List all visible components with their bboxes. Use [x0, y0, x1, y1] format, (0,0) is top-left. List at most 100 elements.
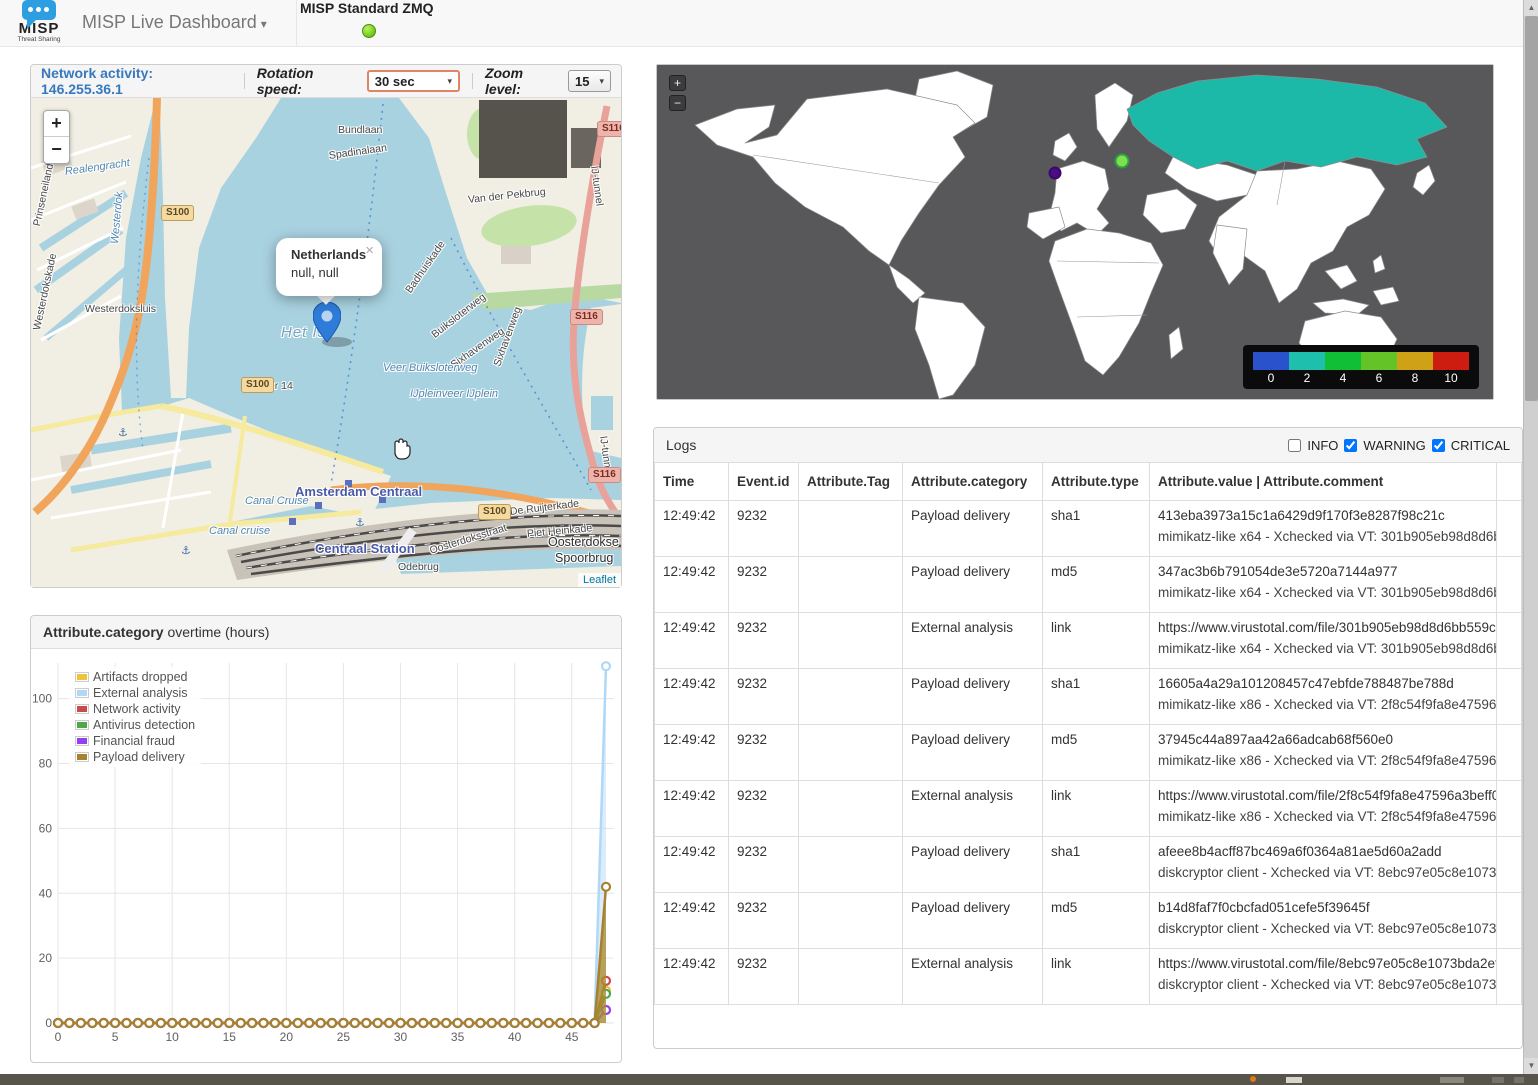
road-badge: S100 — [478, 504, 511, 520]
log-cell: 12:49:42 — [655, 836, 729, 892]
scroll-down-button[interactable]: ▼ — [1524, 1058, 1538, 1074]
log-cell — [799, 668, 903, 724]
legend-swatch — [75, 736, 89, 746]
log-cell: Payload delivery — [903, 556, 1043, 612]
hand-cursor-icon — [391, 438, 411, 460]
attribute-comment: mimikatz-like x86 - Xchecked via VT: 2f8… — [1158, 809, 1488, 824]
legend-label: Artifacts dropped — [93, 670, 188, 684]
taskbar-item[interactable] — [1514, 1077, 1524, 1083]
log-cell: md5 — [1043, 724, 1150, 780]
log-cell: 12:49:42 — [655, 556, 729, 612]
leaflet-map[interactable]: BundlaanSpadinalaanVan der PekbrugBadhui… — [31, 98, 621, 587]
map-label: Westerdoksluis — [85, 303, 156, 315]
close-icon[interactable]: × — [365, 242, 374, 259]
taskbar-item[interactable] — [1492, 1077, 1504, 1083]
map-zoom-out-button[interactable]: − — [44, 137, 69, 163]
rotation-speed-label: Rotation speed: — [257, 65, 359, 97]
world-zoom-in-button[interactable]: + — [669, 75, 686, 91]
filter-checkbox-critical[interactable] — [1432, 439, 1445, 452]
filter-checkbox-warning[interactable] — [1344, 439, 1357, 452]
chart-title: Attribute.category overtime (hours) — [31, 616, 621, 649]
log-row: 12:49:429232Payload deliverymd5b14d8faf7… — [655, 892, 1522, 948]
map-label: IJpleinveer IJplein — [410, 388, 498, 400]
anchor-icon: ⚓ — [181, 544, 191, 557]
rotation-speed-select[interactable]: 30 sec▾ — [367, 70, 460, 92]
svg-text:35: 35 — [451, 1030, 465, 1044]
attribute-value: afeee8b4acff87bc469a6f0364a81ae5d60a2add — [1158, 844, 1488, 859]
world-map-panel[interactable]: + − 0246810 — [656, 64, 1494, 400]
filter-checkbox-info[interactable] — [1288, 439, 1301, 452]
log-cell: md5 — [1043, 556, 1150, 612]
leaflet-zoom-control: + − — [43, 110, 70, 164]
misp-logo[interactable]: MISP Threat Sharing — [10, 0, 68, 46]
leaflet-attribution-link[interactable]: Leaflet — [578, 573, 621, 587]
taskbar-indicator-dot — [1250, 1076, 1256, 1082]
attribute-value: b14d8faf7f0cbcfad051cefe5f39645f — [1158, 900, 1488, 915]
scroll-up-button[interactable]: ▲ — [1524, 0, 1538, 16]
network-activity-title[interactable]: Network activity: 146.255.36.1 — [41, 65, 232, 97]
road-badge: S116 — [597, 121, 621, 137]
log-value-cell: afeee8b4acff87bc469a6f0364a81ae5d60a2add… — [1150, 836, 1497, 892]
legend-label: Financial fraud — [93, 734, 175, 748]
map-label: Odebrug — [398, 561, 439, 573]
svg-text:80: 80 — [39, 757, 53, 771]
log-cell: 12:49:42 — [655, 500, 729, 556]
legend-swatch — [75, 672, 89, 682]
attribute-comment: diskcryptor client - Xchecked via VT: 8e… — [1158, 977, 1488, 992]
svg-text:15: 15 — [223, 1030, 237, 1044]
log-value-cell: https://www.virustotal.com/file/301b905e… — [1150, 612, 1497, 668]
attribute-value: 16605a4a29a101208457c47ebfde788487be788d — [1158, 676, 1488, 691]
log-cell: Payload delivery — [903, 500, 1043, 556]
legend-label: Payload delivery — [93, 750, 185, 764]
navbar: MISP Threat Sharing MISP Live Dashboard▾… — [0, 0, 1538, 47]
svg-text:40: 40 — [39, 886, 53, 900]
attribute-value: https://www.virustotal.com/file/301b905e… — [1158, 620, 1488, 635]
logs-column-header: Attribute.type — [1043, 463, 1150, 500]
world-map-marker — [1050, 168, 1061, 179]
log-cell: 9232 — [729, 780, 799, 836]
logs-column-header: Attribute.value | Attribute.comment — [1150, 463, 1497, 500]
log-cell — [799, 892, 903, 948]
legend-swatch — [75, 752, 89, 762]
zmq-title: MISP Standard ZMQ — [300, 0, 434, 16]
dashboard-title-dropdown[interactable]: MISP Live Dashboard▾ — [82, 12, 267, 33]
zoom-level-label: Zoom level: — [485, 65, 560, 97]
logs-panel: Logs INFOWARNINGCRITICAL TimeEvent.idAtt… — [653, 427, 1523, 1049]
log-cell: Payload delivery — [903, 836, 1043, 892]
map-label: Spoorbrug — [555, 551, 613, 565]
world-map-marker — [1116, 155, 1129, 168]
log-cell: sha1 — [1043, 500, 1150, 556]
world-zoom-out-button[interactable]: − — [669, 95, 686, 111]
map-label: Amsterdam Centraal — [295, 484, 422, 499]
log-row: 12:49:429232External analysislinkhttps:/… — [655, 612, 1522, 668]
log-cell — [799, 836, 903, 892]
zoom-level-select[interactable]: 15▾ — [568, 70, 611, 92]
scrollbar-thumb[interactable] — [1525, 16, 1538, 401]
svg-text:25: 25 — [337, 1030, 351, 1044]
log-cell — [799, 948, 903, 1004]
map-label: Canal cruise — [209, 525, 270, 537]
road-badge: S116 — [570, 309, 603, 325]
map-marker-icon[interactable] — [313, 302, 341, 344]
taskbar-item[interactable] — [1286, 1077, 1302, 1083]
log-cell — [799, 500, 903, 556]
log-value-cell: 16605a4a29a101208457c47ebfde788487be788d… — [1150, 668, 1497, 724]
zmq-status-led — [362, 24, 376, 38]
filter-label: WARNING — [1363, 438, 1425, 453]
attribute-value: https://www.virustotal.com/file/2f8c54f9… — [1158, 788, 1488, 803]
log-cell: 9232 — [729, 500, 799, 556]
map-zoom-in-button[interactable]: + — [44, 111, 69, 137]
legend-swatch — [75, 704, 89, 714]
taskbar[interactable] — [0, 1074, 1538, 1085]
log-row: 12:49:429232Payload deliverymd537945c44a… — [655, 724, 1522, 780]
attribute-value: https://www.virustotal.com/file/8ebc97e0… — [1158, 956, 1488, 971]
attribute-category-chart-panel: Attribute.category overtime (hours) Arti… — [30, 615, 622, 1063]
logs-column-header: Event.id — [729, 463, 799, 500]
map-label: Veer Buiksloterweg — [383, 362, 477, 374]
logs-column-header: Attribute.category — [903, 463, 1043, 500]
vertical-scrollbar[interactable]: ▲ ▼ — [1523, 0, 1538, 1074]
misp-logo-icon — [22, 0, 56, 20]
legend-swatch — [75, 688, 89, 698]
taskbar-item[interactable] — [1440, 1077, 1464, 1083]
misp-logo-text: MISP — [10, 22, 68, 36]
